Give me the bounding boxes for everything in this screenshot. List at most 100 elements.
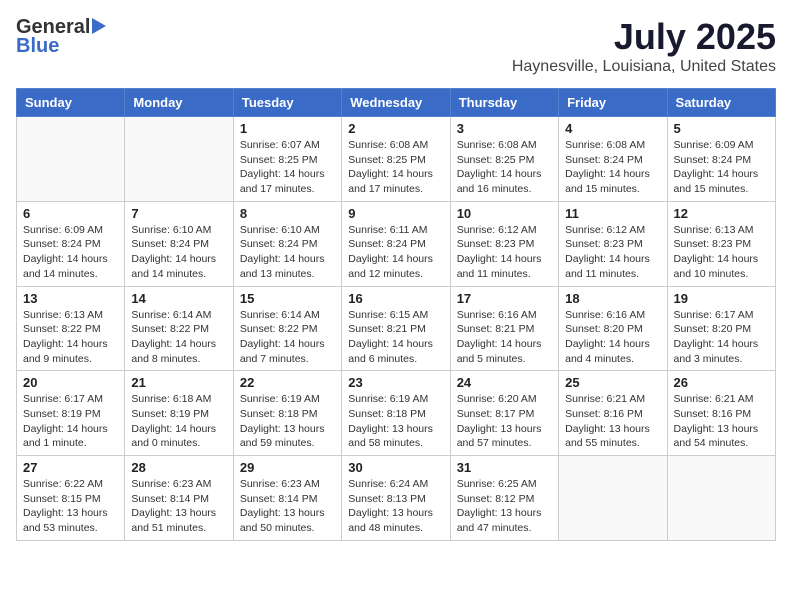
- day-number: 17: [457, 291, 552, 306]
- day-info: Sunrise: 6:19 AM Sunset: 8:18 PM Dayligh…: [240, 392, 335, 451]
- calendar-cell: 1Sunrise: 6:07 AM Sunset: 8:25 PM Daylig…: [233, 117, 341, 202]
- day-number: 5: [674, 121, 769, 136]
- day-number: 31: [457, 460, 552, 475]
- calendar-cell: 5 Sunrise: 6:09 AM Sunset: 8:24 PM Daylig…: [667, 117, 775, 202]
- calendar-cell: 26 Sunrise: 6:21 AM Sunset: 8:16 PM Dayli…: [667, 371, 775, 456]
- day-info: Sunrise: 6:18 AM Sunset: 8:19 PM Dayligh…: [131, 392, 226, 451]
- calendar-cell: 23 Sunrise: 6:19 AM Sunset: 8:18 PM Dayli…: [342, 371, 450, 456]
- day-info: Sunrise: 6:20 AM Sunset: 8:17 PM Dayligh…: [457, 392, 552, 451]
- day-number: 22: [240, 375, 335, 390]
- day-info: Sunrise: 6:13 AM Sunset: 8:23 PM Dayligh…: [674, 223, 769, 282]
- calendar-cell: 13 Sunrise: 6:13 AM Sunset: 8:22 PM Dayli…: [17, 286, 125, 371]
- calendar-cell: 2 Sunrise: 6:08 AM Sunset: 8:25 PM Daylig…: [342, 117, 450, 202]
- calendar-cell: 31 Sunrise: 6:25 AM Sunset: 8:12 PM Dayli…: [450, 456, 558, 541]
- day-info: Sunrise: 6:16 AM Sunset: 8:21 PM Dayligh…: [457, 308, 552, 367]
- day-number: 21: [131, 375, 226, 390]
- day-info: Sunrise: 6:21 AM Sunset: 8:16 PM Dayligh…: [674, 392, 769, 451]
- day-info: Sunrise: 6:09 AM Sunset: 8:24 PM Dayligh…: [23, 223, 118, 282]
- calendar-cell: 6 Sunrise: 6:09 AM Sunset: 8:24 PM Daylig…: [17, 201, 125, 286]
- calendar-cell: 8Sunrise: 6:10 AM Sunset: 8:24 PM Daylig…: [233, 201, 341, 286]
- day-number: 8: [240, 206, 335, 221]
- day-number: 7: [131, 206, 226, 221]
- day-number: 15: [240, 291, 335, 306]
- day-number: 18: [565, 291, 660, 306]
- day-info: Sunrise: 6:14 AM Sunset: 8:22 PM Dayligh…: [131, 308, 226, 367]
- day-info: Sunrise: 6:21 AM Sunset: 8:16 PM Dayligh…: [565, 392, 660, 451]
- calendar-cell: 9 Sunrise: 6:11 AM Sunset: 8:24 PM Daylig…: [342, 201, 450, 286]
- calendar-cell: 15 Sunrise: 6:14 AM Sunset: 8:22 PM Dayli…: [233, 286, 341, 371]
- day-number: 9: [348, 206, 443, 221]
- day-number: 3: [457, 121, 552, 136]
- day-number: 26: [674, 375, 769, 390]
- day-number: 16: [348, 291, 443, 306]
- day-info: Sunrise: 6:12 AM Sunset: 8:23 PM Dayligh…: [565, 223, 660, 282]
- day-number: 10: [457, 206, 552, 221]
- logo: General Blue: [16, 16, 106, 58]
- day-info: Sunrise: 6:16 AM Sunset: 8:20 PM Dayligh…: [565, 308, 660, 367]
- calendar-cell: 3 Sunrise: 6:08 AM Sunset: 8:25 PM Daylig…: [450, 117, 558, 202]
- calendar-cell: 4Sunrise: 6:08 AM Sunset: 8:24 PM Daylig…: [559, 117, 667, 202]
- calendar-cell: [667, 456, 775, 541]
- calendar-cell: 30 Sunrise: 6:24 AM Sunset: 8:13 PM Dayli…: [342, 456, 450, 541]
- day-info: Sunrise: 6:08 AM Sunset: 8:25 PM Dayligh…: [457, 138, 552, 197]
- day-info: Sunrise: 6:08 AM Sunset: 8:24 PM Dayligh…: [565, 138, 660, 197]
- calendar-cell: 18 Sunrise: 6:16 AM Sunset: 8:20 PM Dayli…: [559, 286, 667, 371]
- month-year-title: July 2025: [512, 16, 776, 58]
- day-info: Sunrise: 6:10 AM Sunset: 8:24 PM Dayligh…: [131, 223, 226, 282]
- day-info: Sunrise: 6:17 AM Sunset: 8:20 PM Dayligh…: [674, 308, 769, 367]
- day-info: Sunrise: 6:08 AM Sunset: 8:25 PM Dayligh…: [348, 138, 443, 197]
- day-number: 19: [674, 291, 769, 306]
- calendar-week-4: 20Sunrise: 6:17 AM Sunset: 8:19 PM Dayli…: [17, 371, 776, 456]
- day-number: 23: [348, 375, 443, 390]
- calendar-week-3: 13 Sunrise: 6:13 AM Sunset: 8:22 PM Dayli…: [17, 286, 776, 371]
- calendar-table: SundayMondayTuesdayWednesdayThursdayFrid…: [16, 88, 776, 541]
- day-info: Sunrise: 6:14 AM Sunset: 8:22 PM Dayligh…: [240, 308, 335, 367]
- weekday-header-monday: Monday: [125, 89, 233, 117]
- day-info: Sunrise: 6:25 AM Sunset: 8:12 PM Dayligh…: [457, 477, 552, 536]
- calendar-cell: 11Sunrise: 6:12 AM Sunset: 8:23 PM Dayli…: [559, 201, 667, 286]
- calendar-cell: 16 Sunrise: 6:15 AM Sunset: 8:21 PM Dayli…: [342, 286, 450, 371]
- day-info: Sunrise: 6:23 AM Sunset: 8:14 PM Dayligh…: [240, 477, 335, 536]
- calendar-cell: 28Sunrise: 6:23 AM Sunset: 8:14 PM Dayli…: [125, 456, 233, 541]
- weekday-header-friday: Friday: [559, 89, 667, 117]
- calendar-cell: [125, 117, 233, 202]
- title-section: July 2025 Haynesville, Louisiana, United…: [512, 16, 776, 76]
- logo-blue-text: Blue: [16, 35, 59, 58]
- weekday-header-wednesday: Wednesday: [342, 89, 450, 117]
- day-info: Sunrise: 6:11 AM Sunset: 8:24 PM Dayligh…: [348, 223, 443, 282]
- calendar-cell: 7 Sunrise: 6:10 AM Sunset: 8:24 PM Daylig…: [125, 201, 233, 286]
- day-info: Sunrise: 6:07 AM Sunset: 8:25 PM Dayligh…: [240, 138, 335, 197]
- day-number: 2: [348, 121, 443, 136]
- weekday-header-thursday: Thursday: [450, 89, 558, 117]
- day-number: 27: [23, 460, 118, 475]
- day-number: 24: [457, 375, 552, 390]
- calendar-cell: 21 Sunrise: 6:18 AM Sunset: 8:19 PM Dayli…: [125, 371, 233, 456]
- day-info: Sunrise: 6:13 AM Sunset: 8:22 PM Dayligh…: [23, 308, 118, 367]
- calendar-cell: 17 Sunrise: 6:16 AM Sunset: 8:21 PM Dayli…: [450, 286, 558, 371]
- day-info: Sunrise: 6:15 AM Sunset: 8:21 PM Dayligh…: [348, 308, 443, 367]
- day-number: 20: [23, 375, 118, 390]
- weekday-header-saturday: Saturday: [667, 89, 775, 117]
- day-info: Sunrise: 6:19 AM Sunset: 8:18 PM Dayligh…: [348, 392, 443, 451]
- day-number: 6: [23, 206, 118, 221]
- calendar-week-5: 27Sunrise: 6:22 AM Sunset: 8:15 PM Dayli…: [17, 456, 776, 541]
- calendar-cell: 20Sunrise: 6:17 AM Sunset: 8:19 PM Dayli…: [17, 371, 125, 456]
- calendar-cell: 29Sunrise: 6:23 AM Sunset: 8:14 PM Dayli…: [233, 456, 341, 541]
- day-number: 30: [348, 460, 443, 475]
- calendar-cell: 24 Sunrise: 6:20 AM Sunset: 8:17 PM Dayli…: [450, 371, 558, 456]
- calendar-cell: 10 Sunrise: 6:12 AM Sunset: 8:23 PM Dayli…: [450, 201, 558, 286]
- logo-arrow-icon: [92, 18, 106, 34]
- location-subtitle: Haynesville, Louisiana, United States: [512, 58, 776, 76]
- calendar-cell: 27Sunrise: 6:22 AM Sunset: 8:15 PM Dayli…: [17, 456, 125, 541]
- day-info: Sunrise: 6:12 AM Sunset: 8:23 PM Dayligh…: [457, 223, 552, 282]
- calendar-cell: 19 Sunrise: 6:17 AM Sunset: 8:20 PM Dayli…: [667, 286, 775, 371]
- day-info: Sunrise: 6:09 AM Sunset: 8:24 PM Dayligh…: [674, 138, 769, 197]
- calendar-week-1: 1Sunrise: 6:07 AM Sunset: 8:25 PM Daylig…: [17, 117, 776, 202]
- day-info: Sunrise: 6:24 AM Sunset: 8:13 PM Dayligh…: [348, 477, 443, 536]
- calendar-cell: 14Sunrise: 6:14 AM Sunset: 8:22 PM Dayli…: [125, 286, 233, 371]
- day-number: 12: [674, 206, 769, 221]
- day-number: 25: [565, 375, 660, 390]
- day-number: 13: [23, 291, 118, 306]
- calendar-cell: 12 Sunrise: 6:13 AM Sunset: 8:23 PM Dayli…: [667, 201, 775, 286]
- calendar-cell: 25 Sunrise: 6:21 AM Sunset: 8:16 PM Dayli…: [559, 371, 667, 456]
